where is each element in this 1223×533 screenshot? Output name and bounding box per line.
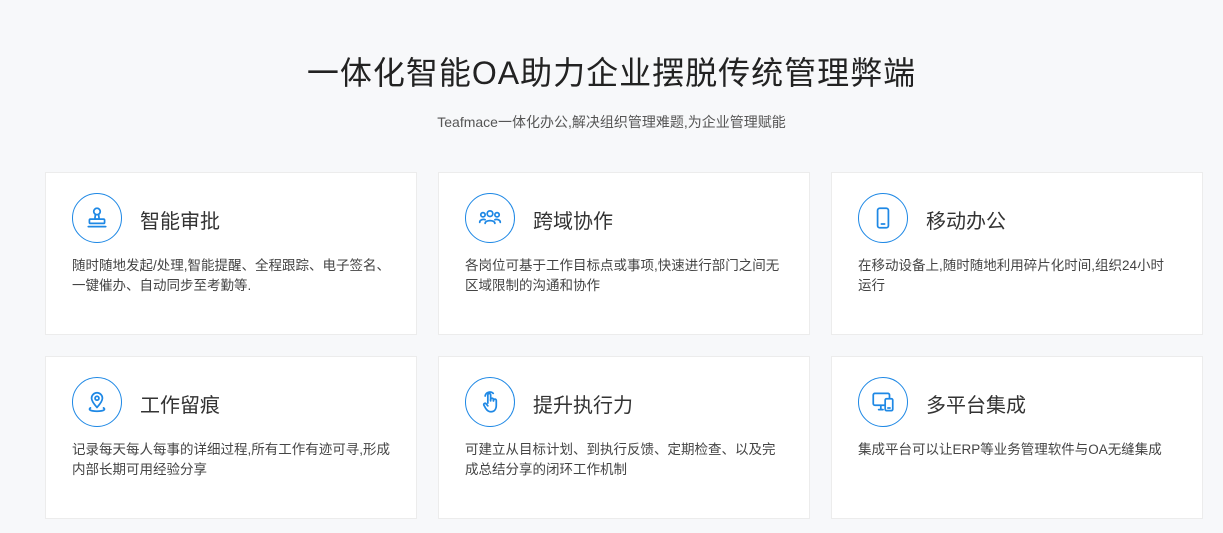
feature-description: 记录每天每人每事的详细过程,所有工作有迹可寻,形成内部长期可用经验分享 (72, 442, 391, 477)
feature-description: 集成平台可以让ERP等业务管理软件与OA无缝集成 (858, 442, 1162, 457)
tap-hand-icon (465, 377, 515, 427)
feature-title: 移动办公 (926, 211, 1006, 233)
feature-title: 多平台集成 (926, 395, 1026, 417)
feature-card-approval[interactable]: 智能审批 随时随地发起/处理,智能提醒、全程跟踪、电子签名、一键催办、自动同步至… (45, 172, 417, 335)
feature-description: 可建立从目标计划、到执行反馈、定期检查、以及完成总结分享的闭环工作机制 (465, 442, 776, 477)
team-icon (465, 193, 515, 243)
feature-title: 工作留痕 (140, 395, 220, 417)
feature-description: 各岗位可基于工作目标点或事项,快速进行部门之间无区域限制的沟通和协作 (465, 258, 780, 293)
feature-description: 在移动设备上,随时随地利用碎片化时间,组织24小时运行 (858, 258, 1165, 293)
mobile-icon (858, 193, 908, 243)
page-subtitle: Teafmace一体化办公,解决组织管理难题,为企业管理赋能 (437, 114, 786, 130)
stamp-icon (72, 193, 122, 243)
feature-title: 提升执行力 (533, 395, 633, 417)
feature-title: 智能审批 (140, 211, 220, 233)
feature-description: 随时随地发起/处理,智能提醒、全程跟踪、电子签名、一键催办、自动同步至考勤等. (72, 258, 391, 293)
feature-card-collaboration[interactable]: 跨域协作 各岗位可基于工作目标点或事项,快速进行部门之间无区域限制的沟通和协作 (438, 172, 810, 335)
feature-card-integration[interactable]: 多平台集成 集成平台可以让ERP等业务管理软件与OA无缝集成 (831, 356, 1203, 519)
feature-title: 跨域协作 (533, 211, 613, 233)
multi-device-icon (858, 377, 908, 427)
location-pin-icon (72, 377, 122, 427)
feature-card-execution[interactable]: 提升执行力 可建立从目标计划、到执行反馈、定期检查、以及完成总结分享的闭环工作机… (438, 356, 810, 519)
page-title: 一体化智能OA助力企业摆脱传统管理弊端 (306, 55, 917, 91)
feature-card-mobile[interactable]: 移动办公 在移动设备上,随时随地利用碎片化时间,组织24小时运行 (831, 172, 1203, 335)
feature-card-trace[interactable]: 工作留痕 记录每天每人每事的详细过程,所有工作有迹可寻,形成内部长期可用经验分享 (45, 356, 417, 519)
